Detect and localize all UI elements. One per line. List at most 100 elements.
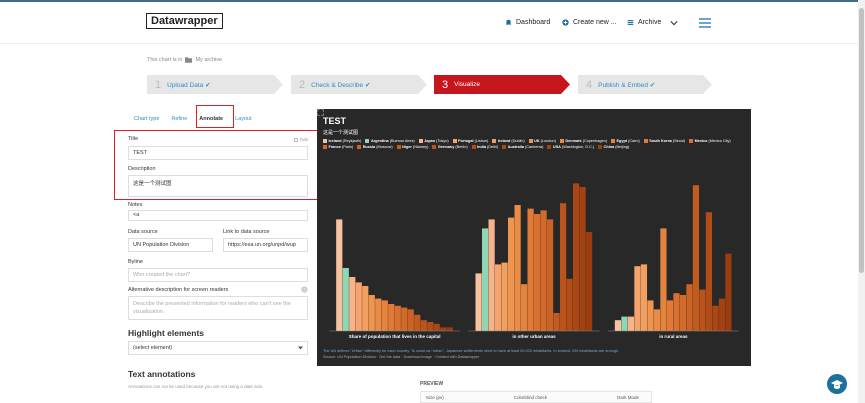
caret-down-icon <box>298 346 303 350</box>
colorblind-check-toggle[interactable]: Colorblind check <box>514 395 547 400</box>
expand-icon[interactable] <box>317 109 324 116</box>
bar <box>482 228 489 331</box>
bar <box>427 322 434 331</box>
bar <box>388 304 395 331</box>
bar <box>534 214 541 331</box>
bar <box>446 327 453 331</box>
bar <box>514 205 521 331</box>
bar <box>475 273 482 331</box>
annotate-tab-highlight <box>196 105 234 128</box>
bar <box>673 293 680 331</box>
bar <box>647 300 654 331</box>
step-label: Publish & Embed ✔ <box>598 81 656 89</box>
nav-dashboard-label: Dashboard <box>516 19 551 26</box>
scrollbar-thumb[interactable] <box>859 8 864 273</box>
header: Datawrapper Dashboard Create new ... Arc… <box>0 2 858 44</box>
step-label: Upload Data ✔ <box>167 81 211 89</box>
tab-refine[interactable]: Refine <box>165 114 193 124</box>
byline-input[interactable]: Who created the chart? <box>128 268 308 282</box>
highlight-elements-title: Highlight elements <box>128 328 205 338</box>
bar <box>579 187 586 331</box>
bar <box>666 300 674 331</box>
bar <box>368 295 375 331</box>
bar <box>375 298 382 331</box>
editor-tabs: Chart type Refine Annotate Layout <box>128 114 258 124</box>
chart-notes: The UN defines "Urban" differently for e… <box>323 349 743 361</box>
bell-icon <box>505 19 512 26</box>
bar <box>440 327 447 331</box>
link-source-input[interactable]: https://esa.un.org/unpd/wup <box>223 238 308 252</box>
hide-label: hide <box>300 137 309 142</box>
bar <box>705 212 713 331</box>
folder-icon <box>627 20 634 25</box>
title-label: Title <box>128 136 139 142</box>
nav-dashboard[interactable]: Dashboard <box>505 19 550 26</box>
plus-circle-icon <box>562 19 569 26</box>
link-source-label: Link to data source <box>223 229 270 235</box>
step-check-describe[interactable]: 2 Check & Describe ✔ <box>291 75 427 94</box>
breadcrumb: This chart is in My archive <box>147 57 222 63</box>
highlight-element-select[interactable]: (select element) <box>128 341 308 355</box>
page-scrollbar[interactable] <box>858 0 865 403</box>
nav-create-new[interactable]: Create new ... <box>562 19 617 26</box>
workflow-steps: 1 Upload Data ✔ 2 Check & Describe ✔ 3 Visu… <box>147 75 712 94</box>
notes-textarea[interactable]: <a <box>128 210 308 221</box>
chart-source-line: Source: UN Population Division · Get the… <box>323 355 480 359</box>
bar <box>508 217 515 331</box>
bar <box>540 210 547 331</box>
description-label: Description <box>128 166 156 172</box>
help-icon[interactable]: ? <box>301 286 308 293</box>
description-textarea[interactable]: 这是一个测试图 <box>128 175 308 197</box>
graduation-cap-icon <box>831 380 843 389</box>
step-number: 4 <box>586 78 593 91</box>
tab-chart-type[interactable]: Chart type <box>128 114 165 124</box>
bar <box>362 286 369 331</box>
hide-title-toggle[interactable]: hide <box>294 137 309 142</box>
step-label: Check & Describe ✔ <box>311 81 371 89</box>
dark-mode-toggle[interactable]: Dark Mode <box>617 395 639 400</box>
bar <box>336 219 343 331</box>
step-number: 3 <box>442 78 449 91</box>
bar <box>725 253 732 331</box>
title-input[interactable]: TEST <box>128 146 308 160</box>
bar <box>573 183 580 331</box>
bar <box>414 314 421 331</box>
breadcrumb-prefix: This chart is in <box>147 57 183 63</box>
bar <box>547 219 554 331</box>
bar <box>692 185 700 331</box>
hamburger-menu-icon[interactable] <box>699 18 711 28</box>
bar <box>712 305 719 331</box>
bar <box>653 309 661 331</box>
category-label: in rural areas <box>659 334 688 339</box>
bar <box>407 309 414 331</box>
byline-label: Byline <box>128 259 143 265</box>
alt-description-textarea[interactable]: Describe the presented information for r… <box>128 296 308 320</box>
chart-preview: TEST 这是一个测试图 Iceland (Reykjavik) Argentin… <box>317 109 751 366</box>
step-visualize[interactable]: 3 Visualize <box>434 75 570 94</box>
bar <box>699 289 706 331</box>
breadcrumb-folder[interactable]: My archive <box>195 57 222 63</box>
svg-text:?: ? <box>303 287 306 293</box>
help-chat-button[interactable] <box>827 374 847 394</box>
text-annotations-title: Text annotations <box>128 369 196 379</box>
step-upload-data[interactable]: 1 Upload Data ✔ <box>147 75 283 94</box>
checkbox[interactable] <box>294 137 298 142</box>
chevron-down-icon <box>670 20 678 25</box>
bar <box>394 305 401 331</box>
nav-archive[interactable]: Archive <box>627 19 678 26</box>
step-number: 2 <box>299 78 306 91</box>
data-source-input[interactable]: UN Population Division <box>128 238 213 252</box>
bar <box>686 284 693 331</box>
bar <box>560 203 567 331</box>
bar <box>342 268 349 331</box>
notes-label: Notes <box>128 202 143 208</box>
alt-description-label: Alternative description for screen reade… <box>128 287 229 293</box>
data-source-label: Data source <box>128 229 158 235</box>
datawrapper-logo[interactable]: Datawrapper <box>146 13 223 29</box>
preview-label: PREVIEW <box>420 381 444 387</box>
step-label: Visualize <box>454 81 481 88</box>
bar-chart: Share of population that lives in the ca… <box>329 183 739 339</box>
step-publish-embed[interactable]: 4 Publish & Embed ✔ <box>578 75 712 94</box>
bar <box>679 295 687 331</box>
preview-size-label: Size (px) <box>426 395 444 400</box>
